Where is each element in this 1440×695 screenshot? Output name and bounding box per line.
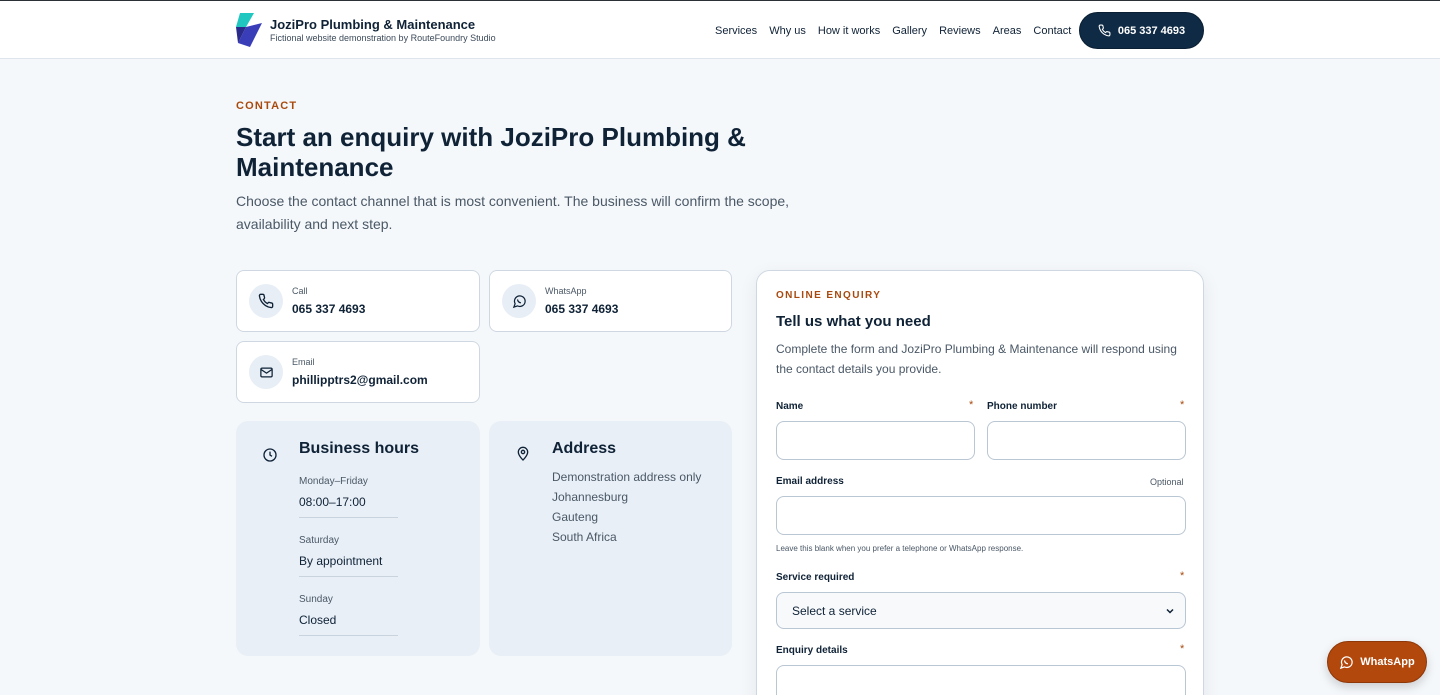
service-select[interactable]: Select a service [776,592,1186,629]
address-line: Johannesburg [552,490,629,504]
address-title: Address [552,440,617,457]
details-label: Enquiry details [776,645,848,656]
contact-card-email[interactable]: Email phillipptrs2@gmail.com [236,341,480,403]
mail-icon [249,355,283,389]
nav-services[interactable]: Services [715,24,757,38]
section-eyebrow: CONTACT [236,100,298,112]
nav-how-it-works[interactable]: How it works [818,24,880,38]
hours-time: Closed [299,613,337,627]
brand[interactable]: JoziPro Plumbing & Maintenance Fictional… [236,13,496,47]
address-line: Gauteng [552,510,599,524]
required-mark: * [1180,643,1185,655]
hours-row: Sunday Closed [299,593,398,636]
contact-email-value: phillipptrs2@gmail.com [292,372,428,387]
main-nav: Services Why us How it works Gallery Rev… [715,24,1083,38]
address-line: Demonstration address only [552,470,702,484]
form-eyebrow: ONLINE ENQUIRY [776,290,882,301]
contact-call-value: 065 337 4693 [292,301,366,316]
page-title: Start an enquiry with JoziPro Plumbing &… [236,122,746,182]
contact-whatsapp-value: 065 337 4693 [545,301,619,316]
service-selected-value: Select a service [792,603,877,618]
nav-contact[interactable]: Contact [1033,24,1071,38]
whatsapp-icon [502,284,536,318]
chevron-down-icon [1166,608,1174,614]
phone-icon [1098,24,1111,37]
contact-email-label: Email [292,356,315,367]
contact-whatsapp-label: WhatsApp [545,285,587,296]
phone-input[interactable] [987,421,1186,460]
address-lines: Demonstration address only Johannesburg … [552,467,701,547]
required-mark: * [969,399,974,411]
contact-call-label: Call [292,285,308,296]
business-hours-panel: Business hours Monday–Friday 08:00–17:00… [236,421,480,656]
required-mark: * [1180,399,1185,411]
enquiry-form: ONLINE ENQUIRY Tell us what you need Com… [756,270,1204,695]
header-call-button[interactable]: 065 337 4693 [1079,12,1204,49]
hours-time: By appointment [299,554,383,568]
page-lede: Choose the contact channel that is most … [236,193,790,232]
name-label: Name [776,401,804,412]
brand-name: JoziPro Plumbing & Maintenance [270,16,476,32]
clock-icon [263,448,277,462]
map-pin-icon [517,446,529,461]
required-mark: * [1180,570,1185,582]
optional-text: Optional [1150,477,1184,487]
whatsapp-floating-label: WhatsApp [1360,656,1415,668]
whatsapp-icon [1340,655,1354,669]
hours-time: 08:00–17:00 [299,495,366,509]
brand-logo-icon [236,13,262,47]
hours-row: Monday–Friday 08:00–17:00 [299,475,398,518]
nav-areas[interactable]: Areas [993,24,1022,38]
business-hours-title: Business hours [299,440,420,457]
hours-row: Saturday By appointment [299,534,398,577]
hours-day: Sunday [299,594,333,605]
nav-why-us[interactable]: Why us [769,24,806,38]
whatsapp-floating-button[interactable]: WhatsApp [1327,641,1427,683]
nav-reviews[interactable]: Reviews [939,24,981,38]
contact-card-whatsapp[interactable]: WhatsApp 065 337 4693 [489,270,732,332]
contact-card-call[interactable]: Call 065 337 4693 [236,270,480,332]
name-input[interactable] [776,421,975,460]
address-line: South Africa [552,530,617,544]
brand-tagline: Fictional website demonstration by Route… [270,32,496,43]
header-call-label: 065 337 4693 [1117,24,1186,37]
hours-day: Monday–Friday [299,476,368,487]
email-input[interactable] [776,496,1186,535]
phone-icon [249,284,283,318]
nav-gallery[interactable]: Gallery [892,24,927,38]
phone-label: Phone number [987,401,1058,412]
form-title: Tell us what you need [776,313,931,330]
form-description: Complete the form and JoziPro Plumbing &… [776,342,1177,376]
address-panel: Address Demonstration address only Johan… [489,421,732,656]
service-label: Service required [776,572,855,583]
details-textarea[interactable] [776,665,1186,695]
email-label: Email address [776,476,844,487]
hours-day: Saturday [299,535,340,546]
email-hint: Leave this blank when you prefer a telep… [776,544,1024,553]
site-header: JoziPro Plumbing & Maintenance Fictional… [0,0,1440,59]
